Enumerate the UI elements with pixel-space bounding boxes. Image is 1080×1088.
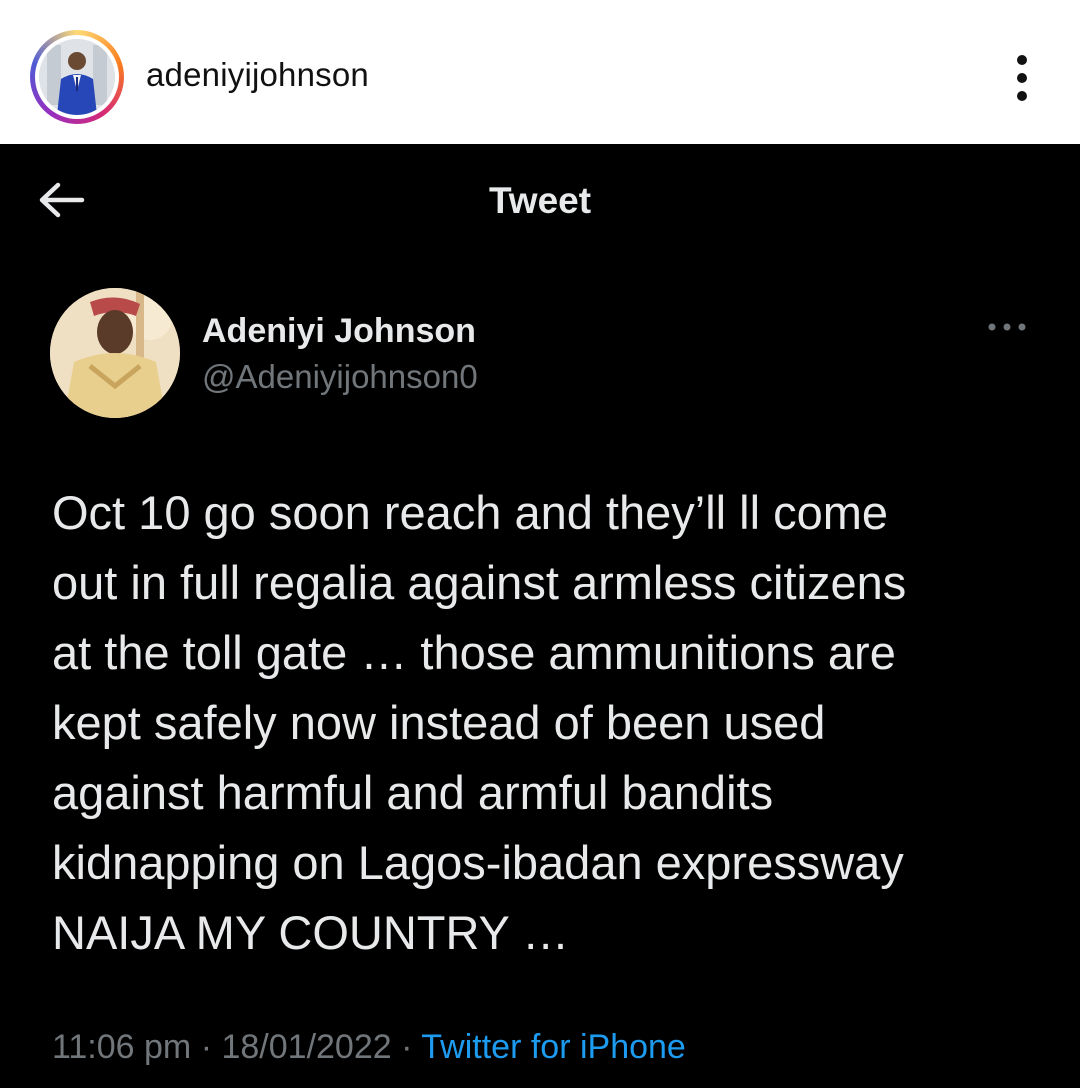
instagram-username[interactable]: adeniyijohnson	[146, 56, 369, 94]
instagram-avatar[interactable]	[39, 39, 115, 115]
instagram-post-header: adeniyijohnson	[0, 0, 1080, 144]
author-name[interactable]: Adeniyi Johnson	[202, 312, 476, 351]
author-avatar[interactable]	[50, 288, 180, 418]
person-portrait-picture	[50, 288, 180, 418]
tweet-date[interactable]: 18/01/2022	[221, 1028, 391, 1066]
vertical-ellipsis-icon[interactable]	[1002, 52, 1042, 104]
tweet-topbar: Tweet	[0, 144, 1080, 260]
horizontal-ellipsis-icon[interactable]	[986, 316, 1028, 338]
separator-dot: ·	[401, 1028, 413, 1066]
page-title: Tweet	[488, 180, 592, 221]
person-suit-picture	[39, 39, 115, 115]
tweet-time[interactable]: 11:06 pm	[52, 1028, 191, 1066]
tweet-source-link[interactable]: Twitter for iPhone	[421, 1028, 686, 1066]
tweet-text: Oct 10 go soon reach and they’ll ll come…	[52, 486, 907, 959]
separator-dot: ·	[200, 1028, 213, 1066]
author-handle[interactable]: @Adeniyijohnson0	[202, 358, 478, 396]
story-ring[interactable]	[30, 30, 124, 124]
tweet-metadata: 11:06 pm · 18/01/2022 · Twitter for iPho…	[52, 1028, 686, 1067]
